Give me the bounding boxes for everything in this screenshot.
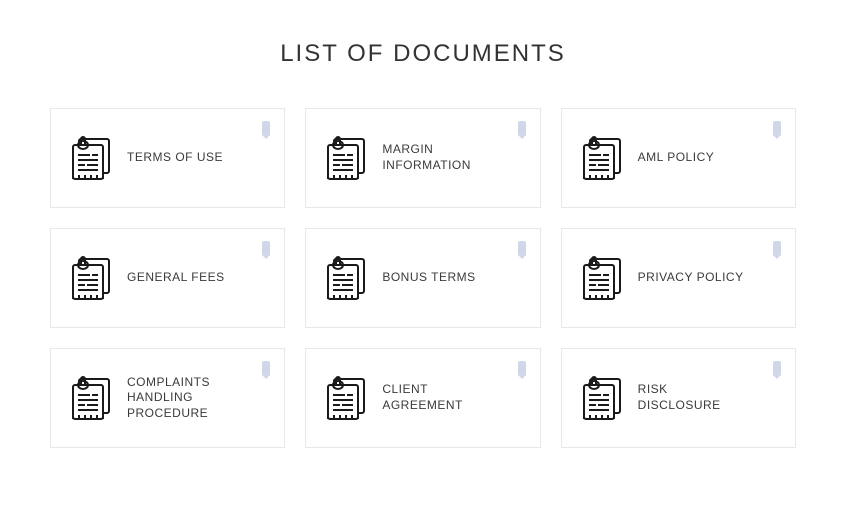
bookmark-icon <box>518 241 526 255</box>
document-label: AML POLICY <box>638 150 715 166</box>
document-card[interactable]: BONUS TERMS <box>305 228 540 328</box>
document-grid: TERMS OF USE MARGIN INFORMATION AML POLI… <box>50 108 796 448</box>
document-card[interactable]: AML POLICY <box>561 108 796 208</box>
document-label: BONUS TERMS <box>382 270 475 286</box>
document-label: MARGIN INFORMATION <box>382 142 492 173</box>
page-title: LIST OF DOCUMENTS <box>50 40 796 68</box>
document-label: COMPLAINTS HANDLING PROCEDURE <box>127 375 237 422</box>
document-label: RISK DISCLOSURE <box>638 382 748 413</box>
document-stack-icon <box>580 255 624 301</box>
document-card[interactable]: COMPLAINTS HANDLING PROCEDURE <box>50 348 285 448</box>
bookmark-icon <box>518 361 526 375</box>
bookmark-icon <box>262 121 270 135</box>
bookmark-icon <box>773 241 781 255</box>
bookmark-icon <box>773 121 781 135</box>
document-stack-icon <box>580 375 624 421</box>
document-card[interactable]: RISK DISCLOSURE <box>561 348 796 448</box>
document-stack-icon <box>324 375 368 421</box>
document-card[interactable]: MARGIN INFORMATION <box>305 108 540 208</box>
bookmark-icon <box>773 361 781 375</box>
document-card[interactable]: TERMS OF USE <box>50 108 285 208</box>
document-stack-icon <box>69 135 113 181</box>
document-card[interactable]: GENERAL FEES <box>50 228 285 328</box>
bookmark-icon <box>518 121 526 135</box>
document-label: CLIENT AGREEMENT <box>382 382 492 413</box>
document-stack-icon <box>580 135 624 181</box>
document-label: GENERAL FEES <box>127 270 225 286</box>
bookmark-icon <box>262 361 270 375</box>
document-stack-icon <box>324 255 368 301</box>
document-card[interactable]: CLIENT AGREEMENT <box>305 348 540 448</box>
document-stack-icon <box>324 135 368 181</box>
document-card[interactable]: PRIVACY POLICY <box>561 228 796 328</box>
document-stack-icon <box>69 375 113 421</box>
document-label: TERMS OF USE <box>127 150 223 166</box>
document-label: PRIVACY POLICY <box>638 270 744 286</box>
document-stack-icon <box>69 255 113 301</box>
bookmark-icon <box>262 241 270 255</box>
